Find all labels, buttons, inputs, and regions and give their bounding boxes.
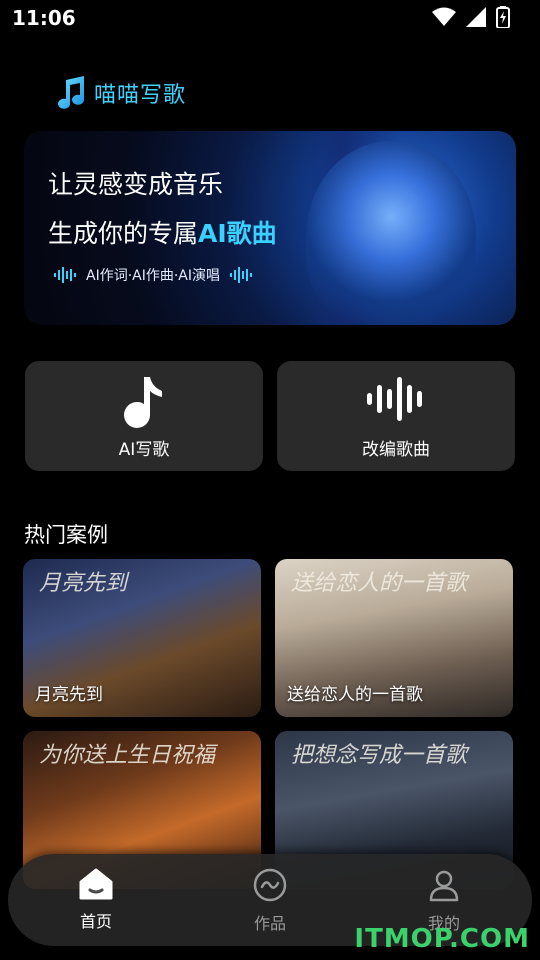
section-title: 热门案例	[24, 523, 108, 547]
sound-wave-right-icon	[230, 267, 253, 283]
status-bar: 11:06	[0, 0, 540, 36]
banner-tagline: AI作词·AI作曲·AI演唱	[54, 265, 253, 285]
watermark: ITMOP.COM	[354, 924, 530, 954]
card-handwriting-title: 为你送上生日祝福	[39, 743, 216, 768]
banner-subheadline-highlight: AI歌曲	[198, 219, 277, 248]
sound-wave-icon	[367, 377, 422, 421]
ai-write-song-label: AI写歌	[118, 440, 170, 460]
card-handwriting-title: 月亮先到	[39, 571, 128, 596]
ai-write-song-button[interactable]: AI写歌	[25, 361, 263, 471]
case-card-label: 月亮先到	[35, 685, 103, 705]
home-icon	[79, 868, 113, 900]
music-note-icon	[124, 377, 162, 428]
brand-header: 喵喵写歌	[56, 76, 186, 110]
banner-artwork-face	[306, 141, 476, 325]
profile-icon	[429, 870, 459, 902]
status-icons	[432, 6, 510, 28]
banner-headline: 让灵感变成音乐	[48, 170, 224, 199]
card-handwriting-title: 送给恋人的一首歌	[291, 571, 468, 596]
music-note-logo-icon	[58, 76, 84, 109]
card-handwriting-title: 把想念写成一首歌	[291, 743, 468, 768]
works-icon	[253, 868, 287, 902]
status-time: 11:06	[12, 6, 76, 30]
cellular-signal-icon	[466, 7, 486, 27]
banner-subheadline: 生成你的专属AI歌曲	[48, 214, 277, 250]
adapt-song-label: 改编歌曲	[362, 440, 430, 460]
sound-wave-left-icon	[54, 267, 76, 283]
nav-home[interactable]: 首页	[46, 868, 146, 932]
nav-home-label: 首页	[79, 912, 112, 931]
banner-tagline-text: AI作词·AI作曲·AI演唱	[86, 268, 221, 284]
adapt-song-button[interactable]: 改编歌曲	[277, 361, 515, 471]
case-card-label: 送给恋人的一首歌	[287, 685, 423, 705]
wifi-icon	[432, 7, 456, 26]
case-card[interactable]: 月亮先到 月亮先到	[23, 559, 261, 717]
app-title: 喵喵写歌	[94, 83, 187, 108]
banner-subheadline-prefix: 生成你的专属	[48, 219, 199, 248]
hero-banner[interactable]: 让灵感变成音乐 生成你的专属AI歌曲 AI作词·AI作曲·AI演唱	[24, 131, 516, 325]
battery-charging-icon	[496, 6, 510, 28]
nav-works-label: 作品	[253, 914, 286, 933]
nav-works[interactable]: 作品	[220, 868, 320, 934]
case-card[interactable]: 送给恋人的一首歌 送给恋人的一首歌	[275, 559, 513, 717]
